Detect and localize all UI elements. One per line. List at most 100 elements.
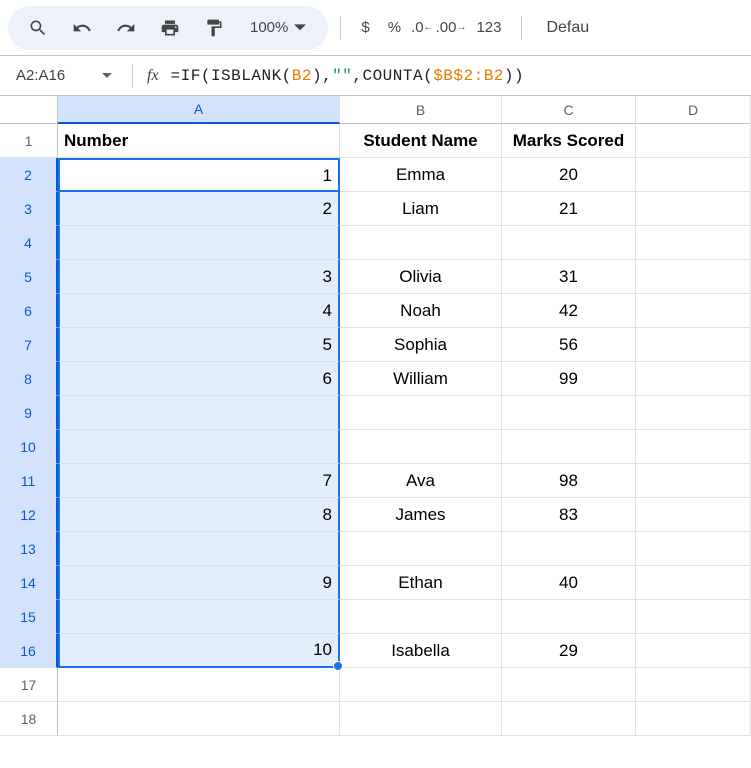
- row-header[interactable]: 14: [0, 566, 58, 600]
- cell[interactable]: 21: [502, 192, 636, 226]
- cell[interactable]: [502, 702, 636, 736]
- cell[interactable]: 8: [58, 498, 340, 532]
- row-header[interactable]: 9: [0, 396, 58, 430]
- cell[interactable]: 2: [58, 192, 340, 226]
- increase-decimal-button[interactable]: .00→: [436, 16, 467, 40]
- cell[interactable]: Olivia: [340, 260, 502, 294]
- paint-format-icon[interactable]: [202, 16, 226, 40]
- cell[interactable]: [636, 498, 751, 532]
- cell[interactable]: James: [340, 498, 502, 532]
- column-header[interactable]: B: [340, 96, 502, 124]
- redo-icon[interactable]: [114, 16, 138, 40]
- row-header[interactable]: 5: [0, 260, 58, 294]
- column-header[interactable]: A: [58, 96, 340, 124]
- currency-format-button[interactable]: $: [353, 19, 377, 36]
- cell[interactable]: [502, 226, 636, 260]
- percent-format-button[interactable]: %: [380, 19, 409, 36]
- cell[interactable]: [340, 430, 502, 464]
- cell[interactable]: [636, 124, 751, 158]
- cell[interactable]: [636, 158, 751, 192]
- cell[interactable]: [340, 396, 502, 430]
- cell[interactable]: William: [340, 362, 502, 396]
- cell[interactable]: 5: [58, 328, 340, 362]
- cell[interactable]: 42: [502, 294, 636, 328]
- cell[interactable]: [58, 702, 340, 736]
- cell[interactable]: [58, 396, 340, 430]
- cell[interactable]: 6: [58, 362, 340, 396]
- column-header[interactable]: C: [502, 96, 636, 124]
- cell[interactable]: [636, 566, 751, 600]
- row-header[interactable]: 10: [0, 430, 58, 464]
- decrease-decimal-button[interactable]: .0←: [411, 16, 434, 40]
- cell[interactable]: 9: [58, 566, 340, 600]
- row-header[interactable]: 8: [0, 362, 58, 396]
- cell[interactable]: [636, 362, 751, 396]
- name-box[interactable]: A2:A16: [8, 62, 118, 90]
- font-family-dropdown[interactable]: Defau: [534, 19, 601, 37]
- cell[interactable]: [636, 396, 751, 430]
- cell[interactable]: [340, 532, 502, 566]
- cell[interactable]: 40: [502, 566, 636, 600]
- cell[interactable]: [58, 430, 340, 464]
- row-header[interactable]: 12: [0, 498, 58, 532]
- cell[interactable]: 98: [502, 464, 636, 498]
- row-header[interactable]: 3: [0, 192, 58, 226]
- row-header[interactable]: 1: [0, 124, 58, 158]
- cell[interactable]: [636, 294, 751, 328]
- cell[interactable]: [636, 532, 751, 566]
- print-icon[interactable]: [158, 16, 182, 40]
- cell[interactable]: [502, 600, 636, 634]
- cell[interactable]: 4: [58, 294, 340, 328]
- cell[interactable]: 83: [502, 498, 636, 532]
- spreadsheet-grid[interactable]: ABCD1NumberStudent NameMarks Scored21Emm…: [0, 96, 751, 736]
- cell[interactable]: Noah: [340, 294, 502, 328]
- cell[interactable]: [58, 226, 340, 260]
- cell[interactable]: [502, 532, 636, 566]
- cell[interactable]: [636, 226, 751, 260]
- cell[interactable]: 7: [58, 464, 340, 498]
- row-header[interactable]: 15: [0, 600, 58, 634]
- row-header[interactable]: 6: [0, 294, 58, 328]
- row-header[interactable]: 7: [0, 328, 58, 362]
- cell[interactable]: [502, 396, 636, 430]
- cell[interactable]: 56: [502, 328, 636, 362]
- row-header[interactable]: 11: [0, 464, 58, 498]
- cell[interactable]: 1: [58, 158, 340, 192]
- cell[interactable]: 99: [502, 362, 636, 396]
- search-icon[interactable]: [26, 16, 50, 40]
- cell[interactable]: [340, 600, 502, 634]
- cell[interactable]: Sophia: [340, 328, 502, 362]
- cell[interactable]: Student Name: [340, 124, 502, 158]
- cell[interactable]: [502, 668, 636, 702]
- cell[interactable]: [636, 600, 751, 634]
- cell[interactable]: [636, 328, 751, 362]
- cell[interactable]: Number: [58, 124, 340, 158]
- cell[interactable]: 31: [502, 260, 636, 294]
- cell[interactable]: [340, 702, 502, 736]
- cell[interactable]: [340, 668, 502, 702]
- cell[interactable]: [636, 430, 751, 464]
- row-header[interactable]: 16: [0, 634, 58, 668]
- cell[interactable]: Isabella: [340, 634, 502, 668]
- number-format-button[interactable]: 123: [468, 19, 509, 36]
- cell[interactable]: [636, 464, 751, 498]
- row-header[interactable]: 18: [0, 702, 58, 736]
- cell[interactable]: [636, 668, 751, 702]
- cell[interactable]: 10: [58, 634, 340, 668]
- cell[interactable]: [58, 668, 340, 702]
- cell[interactable]: Liam: [340, 192, 502, 226]
- cell[interactable]: Ava: [340, 464, 502, 498]
- cell[interactable]: [58, 532, 340, 566]
- select-all-corner[interactable]: [0, 96, 58, 124]
- row-header[interactable]: 17: [0, 668, 58, 702]
- cell[interactable]: [340, 226, 502, 260]
- row-header[interactable]: 13: [0, 532, 58, 566]
- cell[interactable]: [636, 260, 751, 294]
- cell[interactable]: 29: [502, 634, 636, 668]
- cell[interactable]: [58, 600, 340, 634]
- row-header[interactable]: 2: [0, 158, 58, 192]
- cell[interactable]: [636, 634, 751, 668]
- cell[interactable]: 3: [58, 260, 340, 294]
- cell[interactable]: Ethan: [340, 566, 502, 600]
- cell[interactable]: [636, 702, 751, 736]
